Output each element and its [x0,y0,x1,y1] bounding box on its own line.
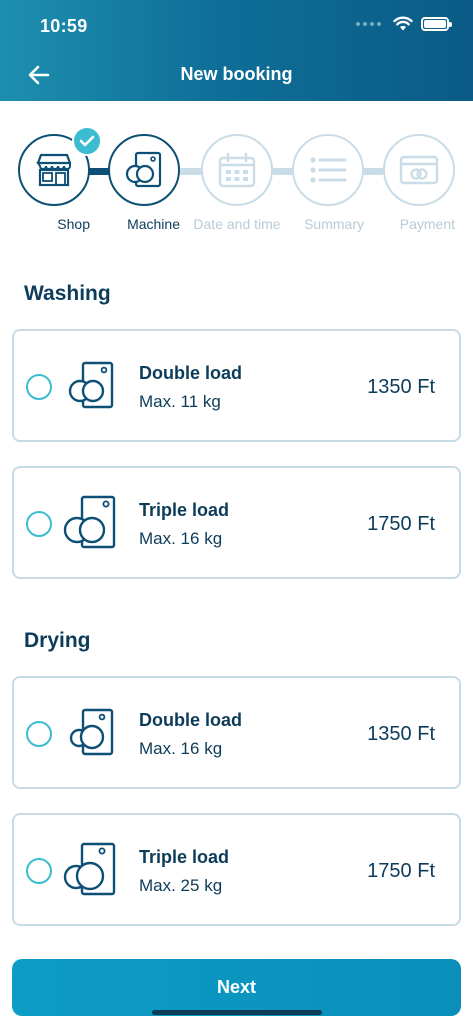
machine-capacity: Max. 16 kg [139,529,223,548]
machine-name: Triple load [139,847,230,867]
step-payment: Payment [383,134,455,234]
check-icon [79,135,95,147]
step-machine: Machine [108,134,180,234]
dryer-icon [69,708,114,756]
washer-icon [63,495,116,549]
app-header: 10:59 New booking [0,0,473,101]
shop-icon [36,153,72,187]
list-icon [310,157,347,183]
step-shop-label: Shop [57,216,90,232]
washer-icon [68,361,114,409]
step-payment-circle [383,134,455,206]
machine-price: 1350 Ft [367,723,435,745]
section-title-washing: Washing [24,282,111,305]
machine-price: 1350 Ft [367,376,435,398]
wifi-icon [393,16,413,31]
machine-radio[interactable] [26,511,52,537]
step-shop-circle [18,126,102,206]
step-payment-label: Payment [399,216,455,232]
booking-stepper: Shop Machine Date and time Summary Payme… [0,126,473,240]
machine-card[interactable]: Double load Max. 16 kg 1350 Ft [12,676,461,789]
machine-card[interactable]: Triple load Max. 25 kg 1750 Ft [12,813,461,926]
step-machine-label: Machine [127,216,180,232]
dryer-icon [63,842,116,896]
next-button[interactable]: Next [12,959,461,1016]
status-icons [356,16,452,31]
step-complete-badge [72,126,102,156]
card-icon [399,155,439,185]
machine-radio[interactable] [26,721,52,747]
cellular-signal-icon [356,21,381,26]
machine-name: Triple load [139,500,230,520]
machine-capacity: Max. 25 kg [139,876,223,895]
machine-radio[interactable] [26,858,52,884]
washer-icon [125,151,162,188]
step-summary-circle [292,134,364,206]
step-summary: Summary [292,134,364,234]
battery-icon [421,16,452,31]
machine-capacity: Max. 16 kg [139,739,223,758]
machine-card[interactable]: Double load Max. 11 kg 1350 Ft [12,329,461,442]
machine-name: Double load [139,363,242,383]
machine-card[interactable]: Triple load Max. 16 kg 1750 Ft [12,466,461,579]
page-title: New booking [180,64,293,84]
machine-name: Double load [139,710,242,730]
step-summary-label: Summary [304,216,364,232]
step-shop: Shop [18,126,102,234]
home-indicator [152,1010,322,1015]
machine-radio[interactable] [26,374,52,400]
step-date-time-label: Date and time [193,216,281,232]
section-title-drying: Drying [24,629,91,652]
machine-price: 1750 Ft [367,513,435,535]
step-date-time: Date and time [193,134,281,234]
machine-price: 1750 Ft [367,860,435,882]
step-machine-circle [108,134,180,206]
status-time: 10:59 [40,16,88,36]
step-date-time-circle [201,134,273,206]
machine-capacity: Max. 11 kg [139,392,221,411]
calendar-icon [218,152,256,188]
